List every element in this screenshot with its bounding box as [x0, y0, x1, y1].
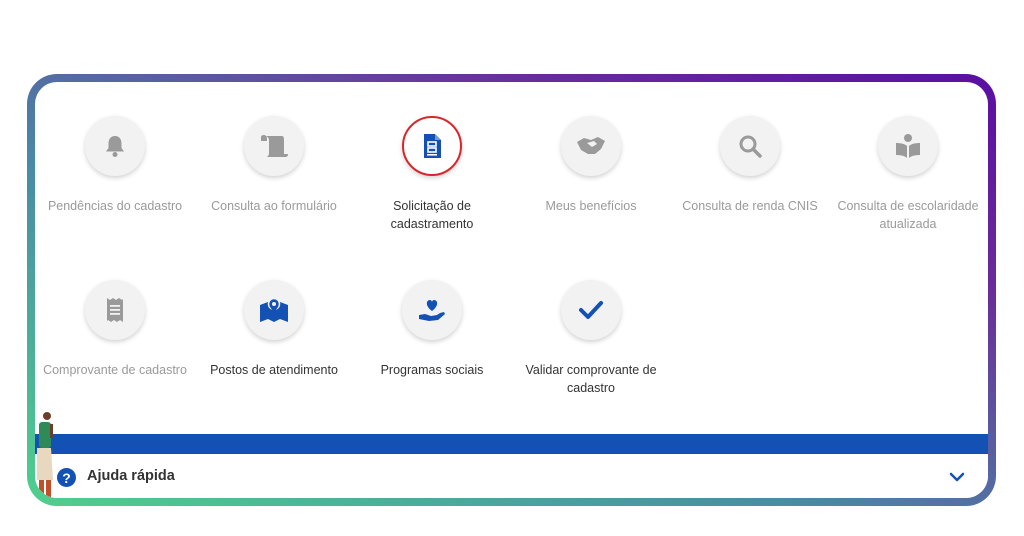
service-solicitacao-cadastramento[interactable]: Solicitação de cadastramento	[357, 116, 507, 233]
service-label: Consulta de renda CNIS	[682, 199, 818, 213]
map-pin-icon	[260, 297, 288, 322]
receipt-icon	[107, 298, 123, 322]
service-label: Consulta ao formulário	[211, 199, 337, 213]
service-label: Meus benefícios	[545, 199, 637, 213]
service-label: Postos de atendimento	[210, 363, 338, 377]
check-icon	[579, 301, 603, 319]
service-validar-comprovante[interactable]: Validar comprovante de cadastro	[516, 280, 666, 397]
quick-help-accordion[interactable]: ? Ajuda rápida	[35, 454, 988, 498]
service-icon-circle	[244, 280, 304, 340]
bell-icon	[106, 136, 124, 157]
service-icon-circle	[561, 116, 621, 176]
quick-help-title: Ajuda rápida	[87, 468, 175, 484]
service-icon-circle	[85, 280, 145, 340]
service-icon-circle	[561, 280, 621, 340]
service-consulta-escolaridade[interactable]: Consulta de escolaridade atualizada	[833, 116, 983, 233]
service-label: Validar comprovante de cadastro	[525, 363, 657, 395]
service-label: Programas sociais	[380, 363, 484, 377]
services-grid: Pendências do cadastro Consulta ao formu…	[35, 82, 988, 432]
search-icon	[739, 135, 762, 158]
chevron-down-icon[interactable]	[948, 468, 966, 486]
person-illustration	[37, 412, 53, 498]
question-circle-icon: ?	[57, 468, 76, 487]
handshake-icon	[577, 137, 605, 154]
service-icon-circle-active	[402, 116, 462, 176]
scroll-icon	[261, 135, 288, 157]
service-icon-circle	[878, 116, 938, 176]
service-consulta-formulario[interactable]: Consulta ao formulário	[199, 116, 349, 216]
services-panel-frame: Pendências do cadastro Consulta ao formu…	[27, 74, 996, 506]
service-consulta-renda-cnis[interactable]: Consulta de renda CNIS	[675, 116, 825, 216]
hand-heart-icon	[419, 300, 445, 321]
service-icon-circle	[402, 280, 462, 340]
service-label: Consulta de escolaridade atualizada	[837, 199, 979, 231]
service-programas-sociais[interactable]: Programas sociais	[357, 280, 507, 380]
service-pendencias-cadastro[interactable]: Pendências do cadastro	[40, 116, 190, 216]
services-panel: Pendências do cadastro Consulta ao formu…	[35, 82, 988, 498]
service-icon-circle	[720, 116, 780, 176]
document-icon	[424, 134, 441, 158]
service-meus-beneficios[interactable]: Meus benefícios	[516, 116, 666, 216]
service-label: Pendências do cadastro	[47, 199, 183, 213]
service-label: Comprovante de cadastro	[43, 363, 187, 377]
service-postos-atendimento[interactable]: Postos de atendimento	[199, 280, 349, 380]
service-comprovante-cadastro[interactable]: Comprovante de cadastro	[40, 280, 190, 380]
service-icon-circle	[244, 116, 304, 176]
accent-bar	[35, 434, 988, 454]
service-icon-circle	[85, 116, 145, 176]
book-reader-icon	[896, 134, 920, 158]
service-label: Solicitação de cadastramento	[390, 199, 474, 231]
